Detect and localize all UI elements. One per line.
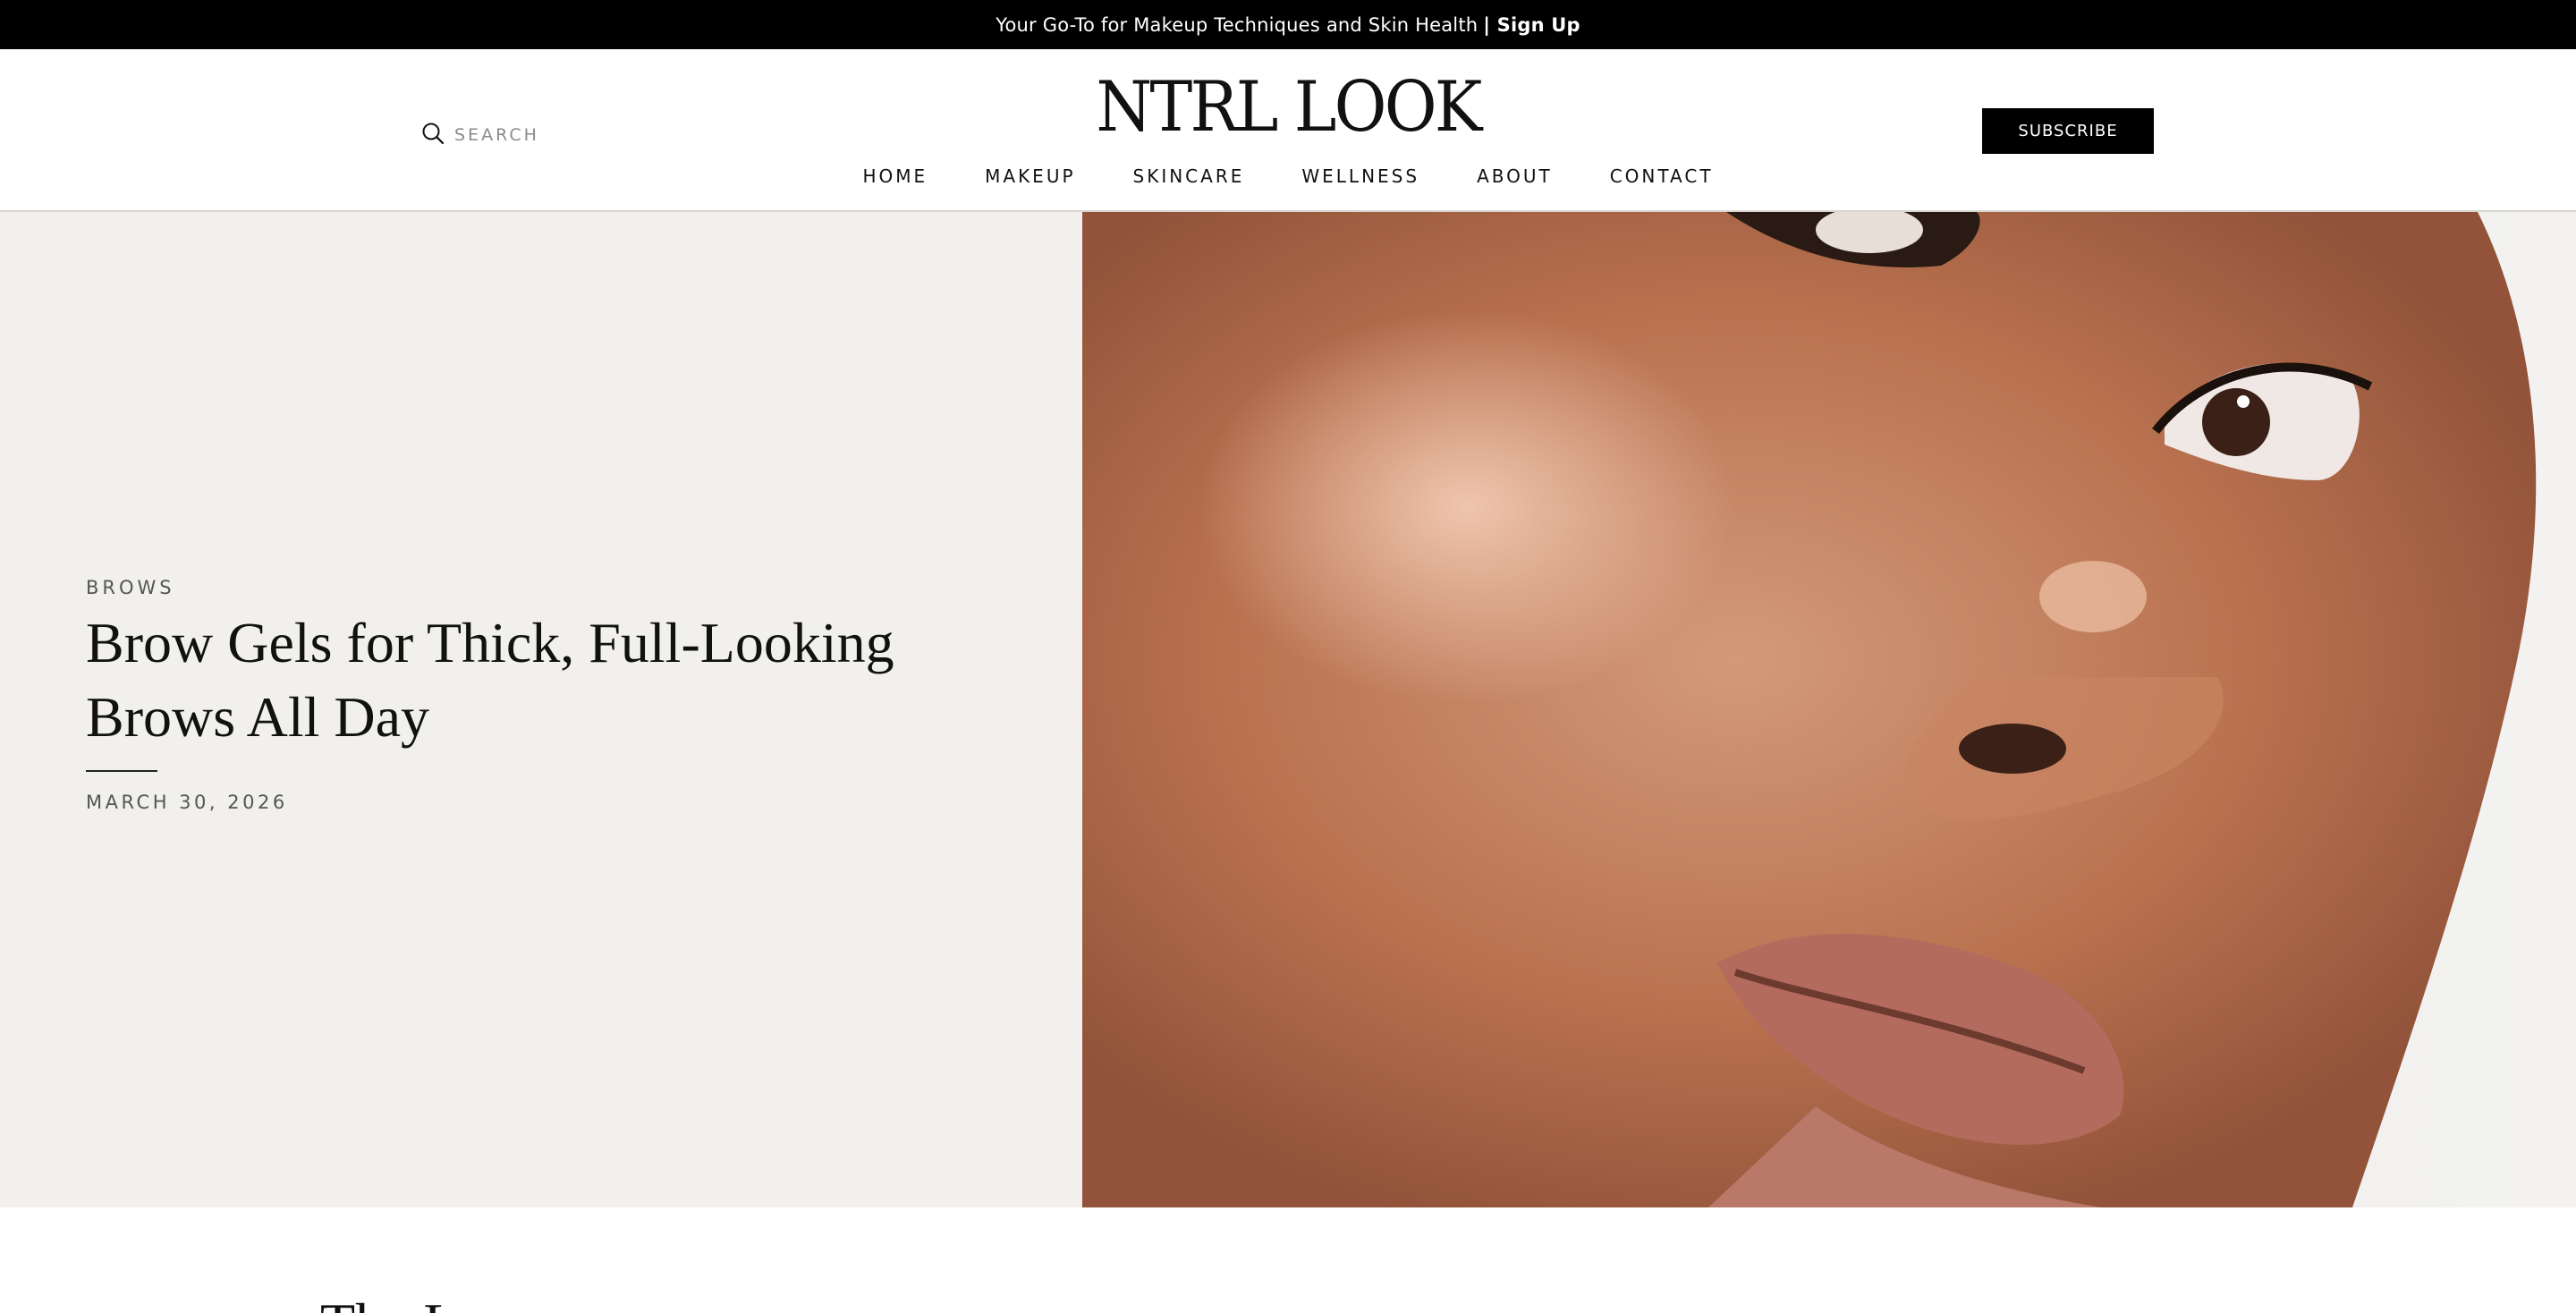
article-category[interactable]: BROWS — [86, 577, 175, 598]
announcement-bar: Your Go-To for Makeup Techniques and Ski… — [0, 0, 2576, 49]
search-field[interactable]: SEARCH — [420, 117, 635, 153]
face-closeup-illustration — [1082, 212, 2576, 1207]
nav-item-contact[interactable]: CONTACT — [1610, 163, 1714, 190]
site-header: SEARCH NTRL LOOK SUBSCRIBE HOME MAKEUP S… — [0, 49, 2576, 212]
section-heading: The L — [320, 1288, 459, 1313]
featured-article[interactable]: BROWS Brow Gels for Thick, Full-Looking … — [0, 212, 2576, 1207]
featured-image[interactable] — [1082, 212, 2576, 1207]
featured-article-panel: BROWS Brow Gels for Thick, Full-Looking … — [0, 212, 1082, 1207]
nav-item-skincare[interactable]: SKINCARE — [1133, 163, 1245, 190]
site-logo[interactable]: NTRL LOOK — [1066, 67, 1511, 148]
main-nav: HOME MAKEUP SKINCARE WELLNESS ABOUT CONT… — [0, 163, 2576, 190]
subscribe-button[interactable]: SUBSCRIBE — [1982, 108, 2154, 154]
nav-item-home[interactable]: HOME — [862, 163, 928, 190]
search-icon[interactable] — [420, 121, 445, 150]
nav-item-wellness[interactable]: WELLNESS — [1301, 163, 1419, 190]
nav-item-about[interactable]: ABOUT — [1477, 163, 1553, 190]
divider — [86, 770, 157, 772]
nav-item-makeup[interactable]: MAKEUP — [985, 163, 1075, 190]
article-title[interactable]: Brow Gels for Thick, Full-Looking Brows … — [86, 606, 945, 754]
article-date: MARCH 30, 2026 — [86, 792, 288, 813]
search-input[interactable]: SEARCH — [454, 125, 539, 145]
signup-link[interactable]: | Sign Up — [1483, 14, 1580, 36]
announcement-text: Your Go-To for Makeup Techniques and Ski… — [996, 13, 1479, 36]
